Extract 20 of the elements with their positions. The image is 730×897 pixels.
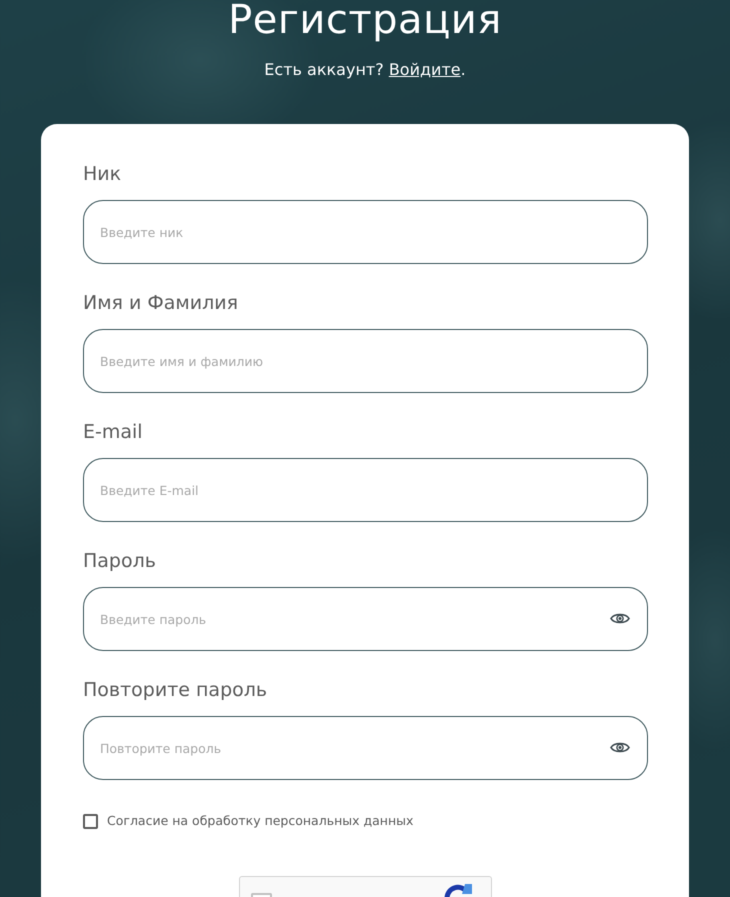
login-link[interactable]: Войдите	[388, 60, 461, 79]
field-label: Пароль	[83, 549, 156, 573]
field-label: Ник	[83, 162, 122, 186]
circular-arrow-icon	[443, 884, 473, 897]
login-prompt: Есть аккаунт? Войдите.	[264, 60, 466, 80]
password-field[interactable]: Введите пароль	[83, 587, 648, 651]
consent-label: Согласие на обработку персональных данных	[107, 813, 414, 829]
checkbox[interactable]	[83, 814, 98, 828]
password-field[interactable]: Повторите пароль	[83, 716, 648, 780]
eye-icon[interactable]	[610, 612, 630, 625]
input-field[interactable]: Введите имя и фамилию	[83, 329, 648, 393]
input-field[interactable]: Введите ник	[83, 200, 648, 264]
page-title: Регистрация	[228, 0, 502, 40]
field-label: E-mail	[83, 420, 143, 444]
field-label: Повторите пароль	[83, 678, 268, 702]
field-label: Имя и Фамилия	[83, 291, 238, 315]
captcha-widget[interactable]	[239, 876, 492, 897]
email-field[interactable]: Введите E-mail	[83, 458, 648, 522]
captcha-checkbox[interactable]	[251, 893, 272, 897]
eye-icon[interactable]	[610, 741, 630, 754]
